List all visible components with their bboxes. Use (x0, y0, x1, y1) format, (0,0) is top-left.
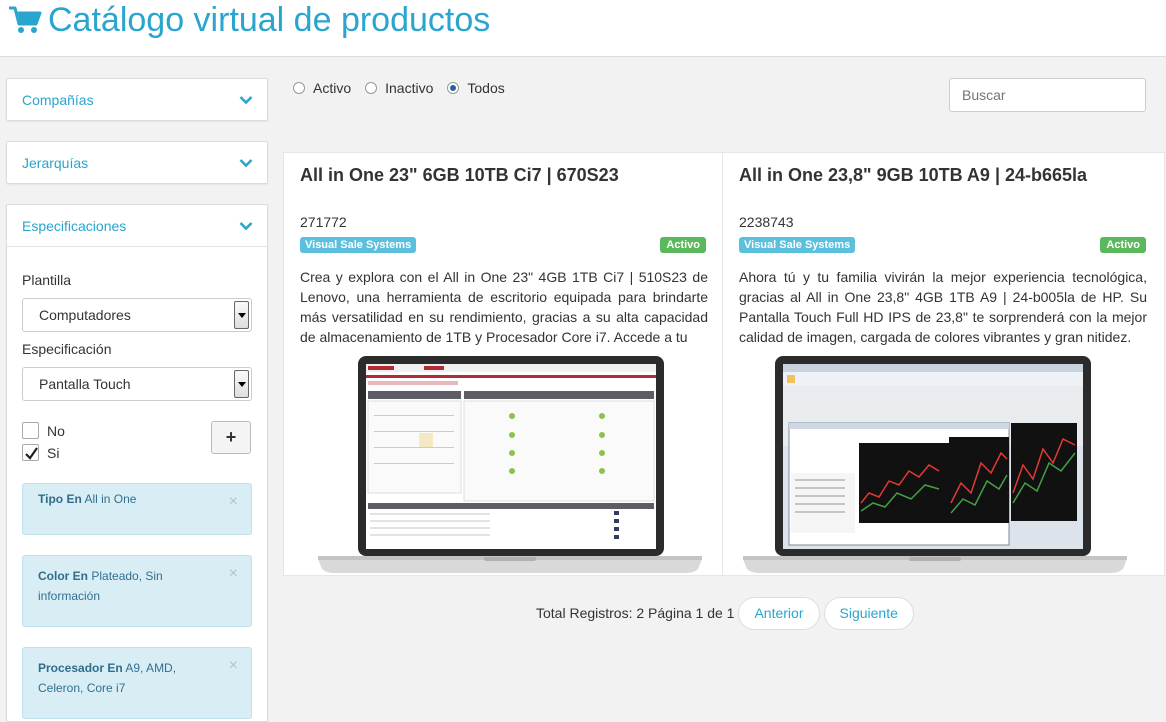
product-card[interactable]: All in One 23" 6GB 10TB Ci7 | 670S23 271… (284, 153, 723, 575)
product-code: 2238743 (739, 214, 794, 230)
spec-select-value: Pantalla Touch (39, 376, 131, 392)
product-image[interactable] (314, 353, 706, 575)
radio-todos[interactable]: Todos (447, 80, 505, 96)
spec-label: Especificación (22, 341, 112, 357)
panel-jerarquias: Jerarquías (6, 141, 268, 184)
option-si[interactable]: Si (22, 444, 59, 461)
checkmark-icon (25, 447, 38, 460)
chevron-down-icon (239, 221, 253, 230)
product-title[interactable]: All in One 23,8" 9GB 10TB A9 | 24-b665la (739, 165, 1087, 186)
vendor-badge: Visual Sale Systems (739, 237, 856, 253)
spec-select[interactable]: Pantalla Touch (22, 367, 252, 401)
dropdown-arrow-icon (234, 301, 249, 329)
checkbox-no[interactable] (22, 422, 39, 439)
prev-page-button[interactable]: Anterior (738, 596, 820, 630)
close-icon[interactable]: × (229, 658, 238, 674)
page-title: Catálogo virtual de productos (8, 0, 490, 40)
radio-inactivo-control[interactable] (365, 82, 378, 94)
page-title-text: Catálogo virtual de productos (48, 1, 491, 39)
radio-inactivo[interactable]: Inactivo (365, 80, 433, 96)
product-image[interactable] (739, 353, 1131, 575)
radio-activo-label: Activo (313, 80, 352, 96)
radio-todos-control[interactable] (447, 82, 460, 94)
filter-tipo: Tipo En All in One × (22, 483, 252, 535)
close-icon[interactable]: × (229, 494, 238, 510)
panel-companias-toggle[interactable]: Compañías (7, 79, 267, 120)
next-page-button[interactable]: Siguiente (823, 596, 914, 630)
panel-jerarquias-toggle[interactable]: Jerarquías (7, 142, 267, 183)
main-content: Activo Inactivo Todos All in One 23" 6GB… (282, 57, 1166, 722)
product-description: Crea y explora con el All in One 23" 4GB… (300, 269, 708, 345)
radio-todos-label: Todos (467, 80, 505, 96)
add-filter-button[interactable]: + (211, 421, 251, 454)
status-filter: Activo Inactivo Todos (293, 80, 519, 96)
product-description: Ahora tú y tu familia vivirán la mejor e… (739, 269, 1147, 345)
top-bar: Catálogo virtual de productos (0, 0, 1166, 57)
product-code: 271772 (300, 214, 347, 230)
filter-color: Color En Plateado, Sin información × (22, 555, 252, 627)
product-grid: All in One 23" 6GB 10TB Ci7 | 670S23 271… (283, 152, 1165, 576)
cart-icon (9, 6, 42, 33)
template-select[interactable]: Computadores (22, 298, 252, 332)
panel-jerarquias-label: Jerarquías (22, 154, 89, 171)
panel-companias-label: Compañías (22, 91, 94, 108)
vendor-badge: Visual Sale Systems (300, 237, 417, 253)
panel-especificaciones-toggle[interactable]: Especificaciones (7, 205, 267, 246)
filter-procesador: Procesador En A9, AMD, Celeron, Core i7 … (22, 647, 252, 719)
product-card[interactable]: All in One 23,8" 9GB 10TB A9 | 24-b665la… (723, 153, 1162, 575)
panel-companias: Compañías (6, 78, 268, 121)
panel-especificaciones: Especificaciones Plantilla Computadores … (6, 204, 268, 722)
filter-tipo-value: All in One (84, 492, 137, 506)
template-select-value: Computadores (39, 307, 131, 323)
radio-inactivo-label: Inactivo (385, 80, 434, 96)
close-icon[interactable]: × (229, 566, 238, 582)
dropdown-arrow-icon (234, 370, 249, 398)
filter-tipo-key: Tipo En (38, 492, 82, 506)
search-input[interactable] (949, 78, 1146, 112)
filter-procesador-key: Procesador En (38, 661, 123, 675)
status-badge: Activo (660, 237, 706, 253)
option-no[interactable]: No (22, 422, 65, 439)
filter-color-key: Color En (38, 569, 88, 583)
chevron-down-icon (239, 95, 253, 104)
pagination: Total Registros: 2 Página 1 de 1 Anterio… (536, 596, 914, 630)
template-label: Plantilla (22, 272, 72, 288)
checkbox-si[interactable] (22, 444, 39, 461)
pagination-summary: Total Registros: 2 Página 1 de 1 (536, 605, 735, 621)
option-no-label: No (47, 422, 65, 439)
radio-activo[interactable]: Activo (293, 80, 351, 96)
radio-activo-control[interactable] (293, 82, 305, 94)
chevron-down-icon (239, 158, 253, 167)
sidebar: Compañías Jerarquías Especificaciones Pl… (0, 57, 282, 722)
panel-especificaciones-label: Especificaciones (22, 217, 127, 234)
status-badge: Activo (1100, 237, 1146, 253)
product-title[interactable]: All in One 23" 6GB 10TB Ci7 | 670S23 (300, 165, 619, 186)
spec-panel-body: Plantilla Computadores Especificación Pa… (7, 246, 267, 721)
option-si-label: Si (47, 444, 60, 461)
